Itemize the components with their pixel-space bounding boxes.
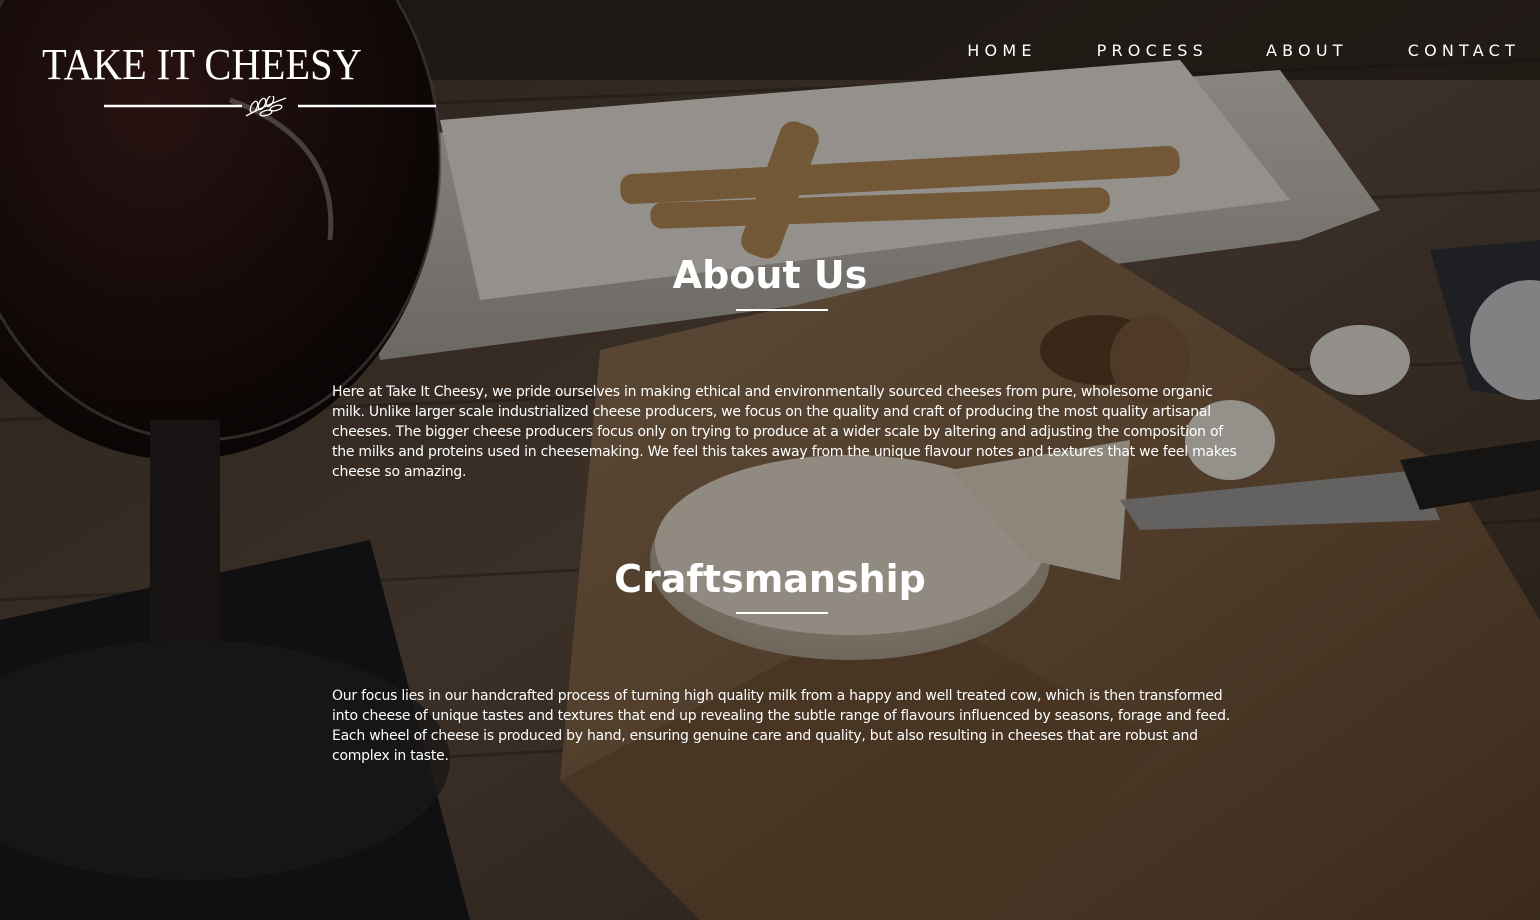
nav-process-link[interactable]: PROCESS <box>1097 40 1208 62</box>
nav-contact-link[interactable]: CONTACT <box>1408 40 1520 62</box>
nav-home-link[interactable]: HOME <box>967 40 1036 62</box>
nav-about-link[interactable]: ABOUT <box>1266 40 1348 62</box>
craftsmanship-heading-divider <box>736 612 828 614</box>
about-paragraph: Here at Take It Cheesy, we pride ourselv… <box>332 384 1237 480</box>
craftsmanship-heading: Craftsmanship <box>614 557 926 601</box>
olive-branch-icon <box>104 96 436 117</box>
about-heading: About Us <box>672 253 868 297</box>
main-nav: HOME PROCESS ABOUT CONTACT <box>967 40 1520 62</box>
brand-name: TAKE IT CHEESY <box>42 40 362 89</box>
brand-logo[interactable]: TAKE IT CHEESY <box>40 40 440 130</box>
craftsmanship-paragraph: Our focus lies in our handcrafted proces… <box>332 688 1230 764</box>
about-heading-divider <box>736 309 828 311</box>
